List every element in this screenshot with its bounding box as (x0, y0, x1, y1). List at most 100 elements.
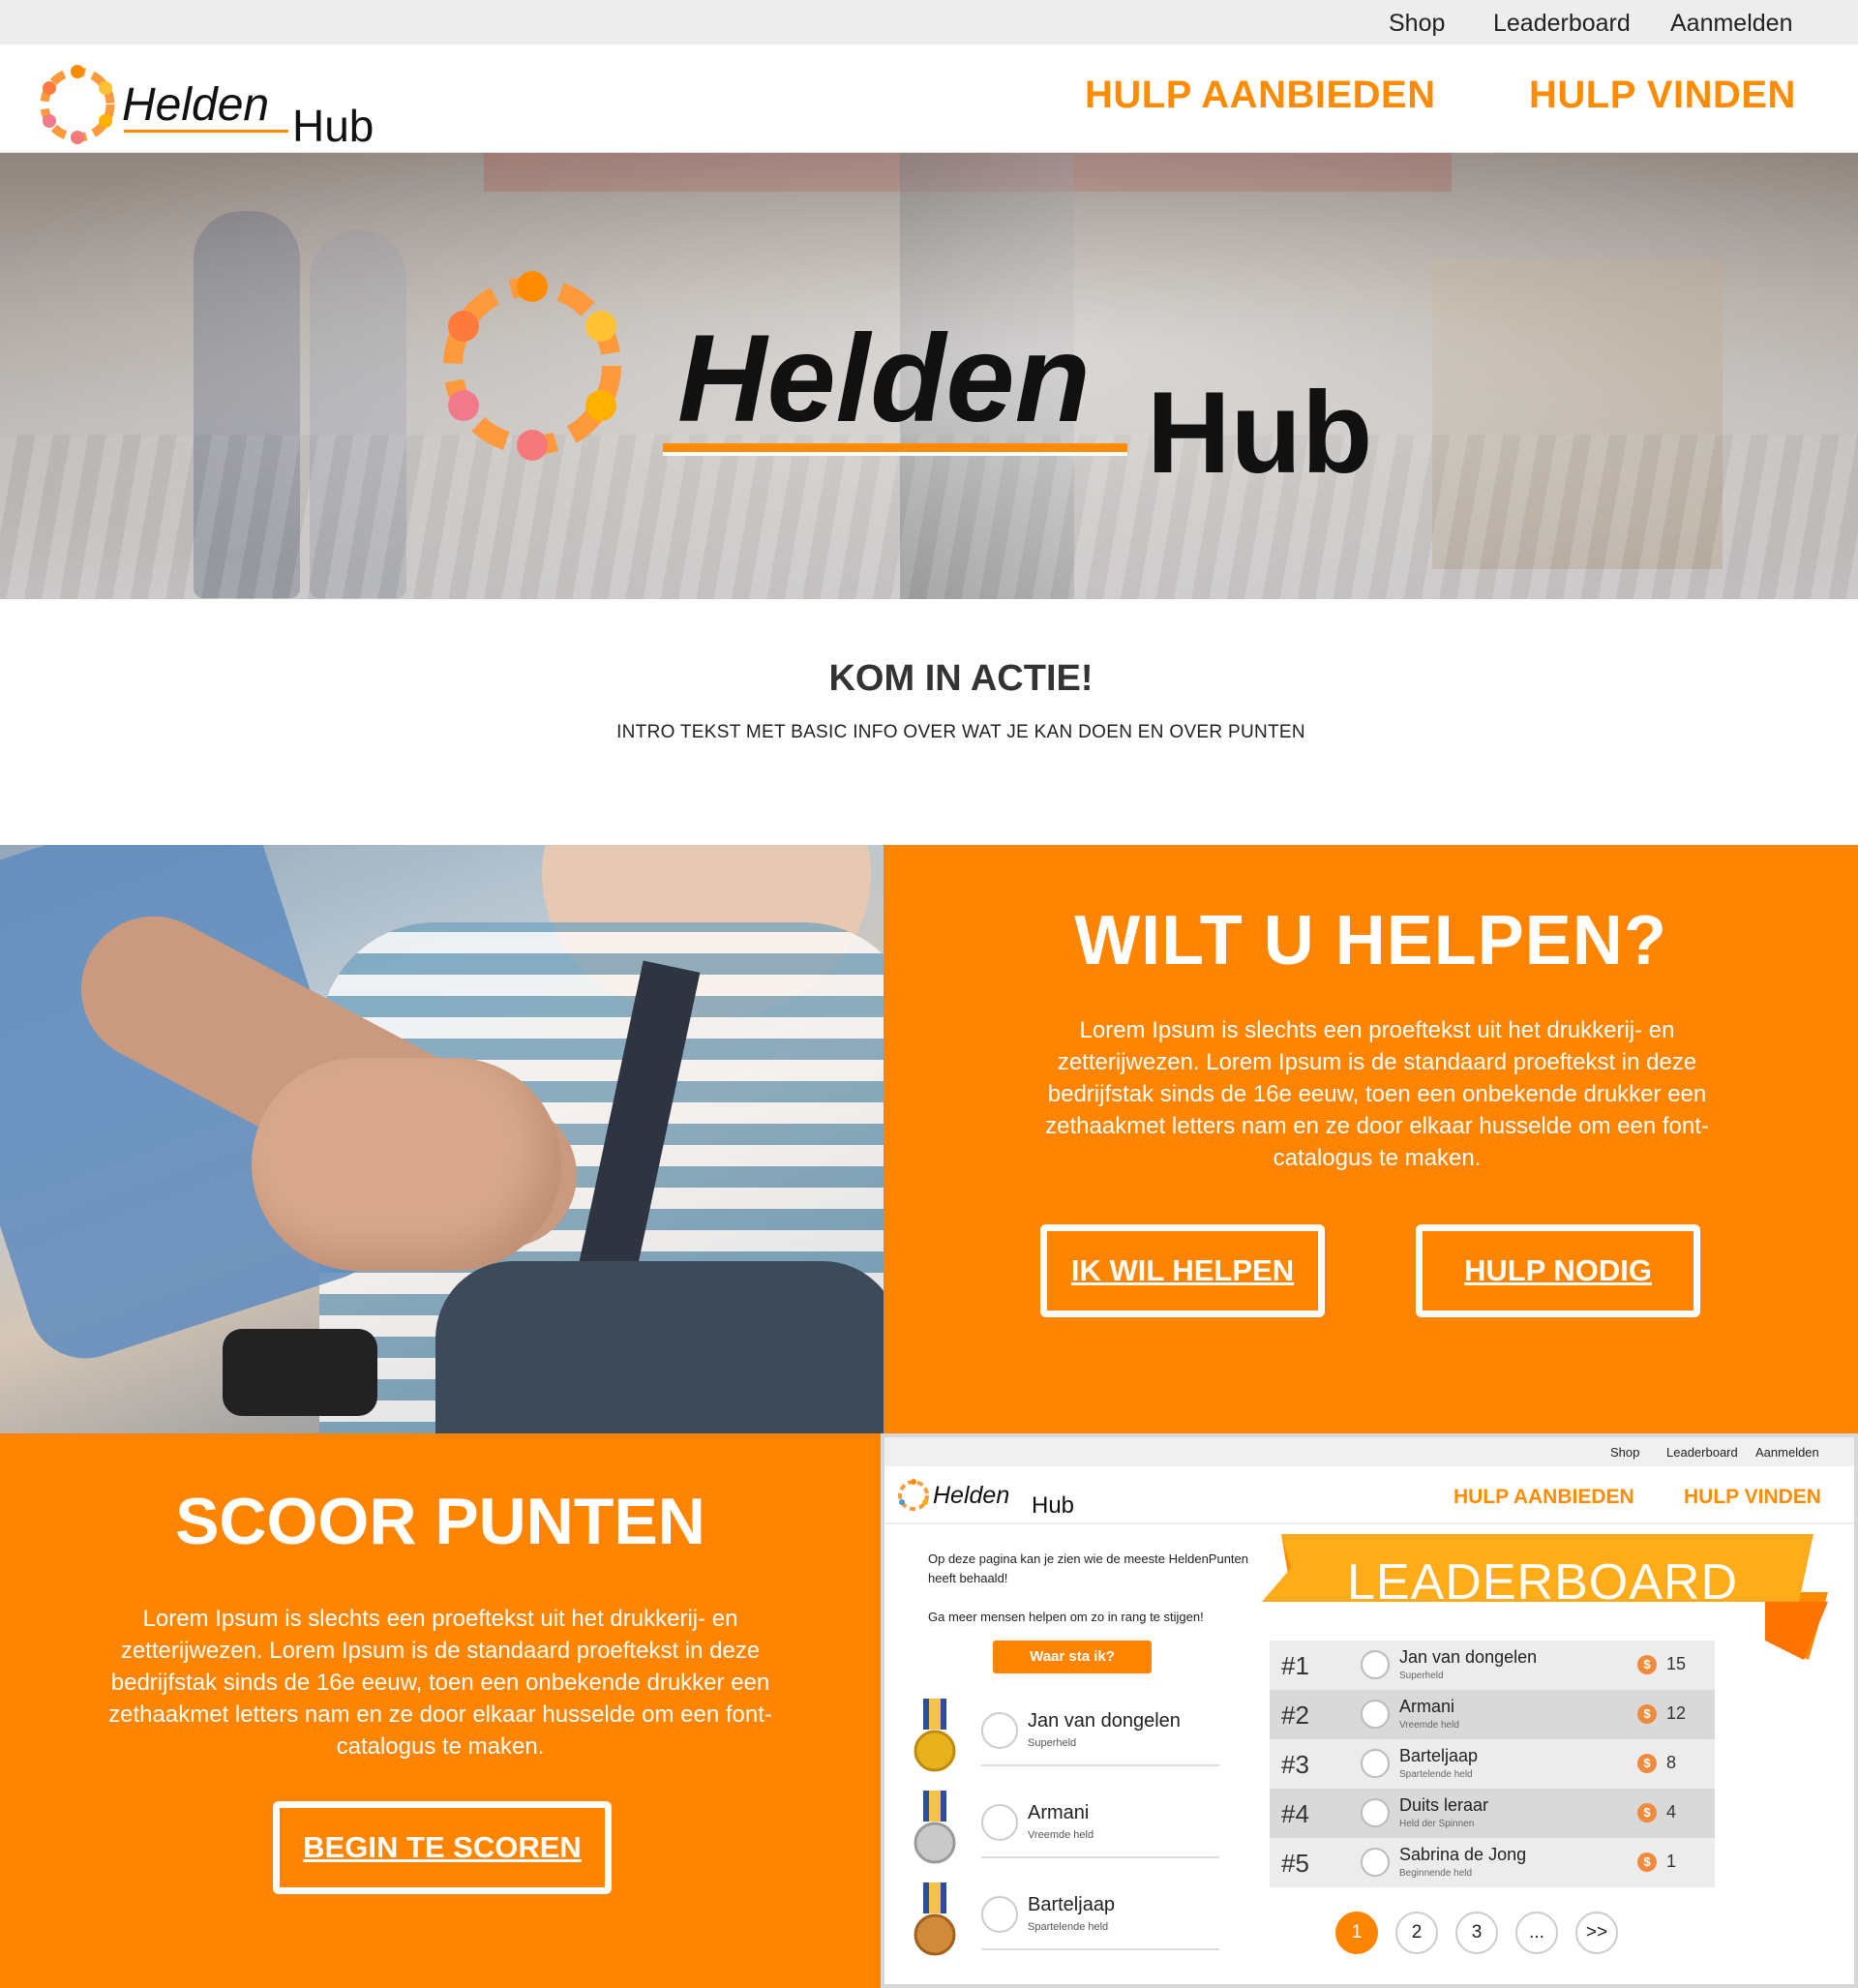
start-scoring-button[interactable]: BEGIN TE SCOREN (273, 1801, 612, 1894)
page-button-1: 1 (1335, 1912, 1378, 1954)
row-name: Jan van dongelen (1399, 1647, 1538, 1667)
people-circle-icon (898, 1479, 929, 1511)
need-help-button[interactable]: HULP NODIG (1416, 1224, 1700, 1317)
page-button-next: >> (1575, 1912, 1618, 1954)
preview-logo-helden: Helden (933, 1482, 1009, 1509)
avatar (981, 1712, 1018, 1749)
hero-logo-helden: Helden (677, 310, 1091, 448)
hero-logo: Helden Hub (443, 271, 1372, 497)
hero-banner: Helden Hub (0, 153, 1858, 599)
help-title: WILT U HELPEN? (1074, 902, 1667, 979)
care-photo-wheelchair (223, 1329, 377, 1416)
row-position: #2 (1281, 1701, 1309, 1730)
coin-icon: $ (1637, 1704, 1657, 1724)
podium-rank: Vreemde held (1028, 1829, 1094, 1841)
divider (981, 1856, 1219, 1858)
score-section: SCOOR PUNTEN Lorem Ipsum is slechts een … (0, 1433, 881, 1988)
podium-name: Jan van dongelen (1028, 1710, 1181, 1732)
row-points: 12 (1666, 1703, 1687, 1723)
podium-item: Armani Vreemde held (914, 1791, 1243, 1868)
preview-logo-hub: Hub (1032, 1492, 1074, 1519)
logo-text-hub: Hub (292, 101, 374, 151)
page-button-ellipsis: ... (1515, 1912, 1558, 1954)
podium-item: Barteljaap Spartelende held (914, 1883, 1243, 1960)
preview-nav-offer-help: HULP AANBIEDEN (1453, 1486, 1634, 1508)
silver-medal-icon (914, 1791, 956, 1864)
leaderboard-preview: Shop Leaderboard Aanmelden Helden Hub HU… (881, 1433, 1858, 1988)
row-position: #4 (1281, 1799, 1309, 1828)
shop-link[interactable]: Shop (1389, 10, 1445, 38)
podium-name: Armani (1028, 1802, 1090, 1823)
intro-text: INTRO TEKST MET BASIC INFO OVER WAT JE K… (616, 722, 1305, 742)
podium-rank: Spartelende held (1028, 1921, 1109, 1933)
leaderboard-link[interactable]: Leaderboard (1493, 10, 1631, 38)
score-text: Lorem Ipsum is slechts een proeftekst ui… (108, 1606, 772, 1760)
avatar (981, 1896, 1018, 1933)
avatar (1361, 1700, 1390, 1729)
hero-logo-hub: Hub (1147, 368, 1372, 497)
leaderboard-table: #1 Jan van dongelen Superheld $ 15 #2 Ar… (1270, 1641, 1715, 1887)
people-circle-icon (443, 271, 621, 461)
divider (981, 1764, 1219, 1766)
row-rank: Held der Spinnen (1399, 1819, 1475, 1829)
coin-icon: $ (1637, 1754, 1657, 1773)
row-name: Sabrina de Jong (1399, 1845, 1527, 1864)
coin-icon: $ (1637, 1803, 1657, 1822)
avatar (1361, 1749, 1390, 1778)
preview-intro: Op deze pagina kan je zien wie de meeste… (928, 1551, 1248, 1624)
bronze-medal-icon (914, 1883, 956, 1956)
care-photo-hands (252, 1058, 561, 1271)
avatar (1361, 1848, 1390, 1877)
table-row: #1 Jan van dongelen Superheld $ 15 (1270, 1641, 1715, 1690)
table-row: #4 Duits leraar Held der Spinnen $ 4 (1270, 1789, 1715, 1838)
row-position: #1 (1281, 1651, 1309, 1680)
login-link[interactable]: Aanmelden (1670, 10, 1792, 38)
site-logo[interactable]: Helden Hub (33, 58, 401, 151)
podium-item: Jan van dongelen Superheld (914, 1699, 1243, 1776)
logo-text-helden: Helden (122, 79, 269, 131)
intro-title: KOM IN ACTIE! (828, 658, 1094, 699)
coin-icon: $ (1637, 1852, 1657, 1872)
coin-icon: $ (1637, 1655, 1657, 1674)
page-button-2: 2 (1395, 1912, 1438, 1954)
table-row: #5 Sabrina de Jong Beginnende held $ 1 (1270, 1838, 1715, 1887)
table-row: #3 Barteljaap Spartelende held $ 8 (1270, 1739, 1715, 1789)
row-rank: Superheld (1399, 1671, 1444, 1681)
i-want-to-help-button[interactable]: IK WIL HELPEN (1040, 1224, 1325, 1317)
preview-shop-link: Shop (1610, 1445, 1640, 1460)
score-title: SCOOR PUNTEN (175, 1485, 705, 1558)
row-rank: Beginnende held (1399, 1868, 1473, 1879)
nav-offer-help[interactable]: HULP AANBIEDEN (1085, 74, 1436, 117)
help-text: Lorem Ipsum is slechts een proeftekst ui… (1045, 1017, 1709, 1171)
podium-rank: Superheld (1028, 1737, 1077, 1749)
preview-nav-find-help: HULP VINDEN (1684, 1486, 1821, 1508)
row-name: Barteljaap (1399, 1746, 1479, 1765)
avatar (1361, 1798, 1390, 1827)
leaderboard-banner-title: LEADERBOARD (1347, 1554, 1738, 1611)
care-photo (0, 845, 884, 1433)
where-am-i-button: Waar sta ik? (993, 1641, 1152, 1673)
page-button-3: 3 (1455, 1912, 1498, 1954)
preview-header: Helden Hub HULP AANBIEDEN HULP VINDEN (884, 1466, 1854, 1524)
preview-logo: Helden Hub (898, 1479, 1074, 1519)
row-name: Armani (1399, 1697, 1455, 1716)
podium-name: Barteljaap (1028, 1894, 1116, 1915)
row-position: #5 (1281, 1849, 1309, 1878)
help-section: WILT U HELPEN? Lorem Ipsum is slechts ee… (884, 845, 1858, 1433)
avatar (1361, 1650, 1390, 1679)
row-points: 8 (1666, 1753, 1677, 1772)
row-rank: Vreemde held (1399, 1720, 1459, 1731)
row-points: 4 (1666, 1802, 1677, 1822)
site-header: Helden Hub HULP AANBIEDEN HULP VINDEN (0, 45, 1858, 153)
table-row: #2 Armani Vreemde held $ 12 (1270, 1690, 1715, 1739)
utility-bar: Shop Leaderboard Aanmelden (0, 0, 1858, 45)
divider (981, 1948, 1219, 1950)
care-photo-bag (435, 1261, 884, 1433)
preview-login-link: Aanmelden (1755, 1445, 1819, 1460)
people-circle-icon (40, 65, 115, 144)
preview-leaderboard-link: Leaderboard (1666, 1445, 1738, 1460)
gold-medal-icon (914, 1699, 956, 1772)
row-position: #3 (1281, 1750, 1309, 1779)
row-name: Duits leraar (1399, 1795, 1489, 1815)
nav-find-help[interactable]: HULP VINDEN (1529, 74, 1796, 117)
